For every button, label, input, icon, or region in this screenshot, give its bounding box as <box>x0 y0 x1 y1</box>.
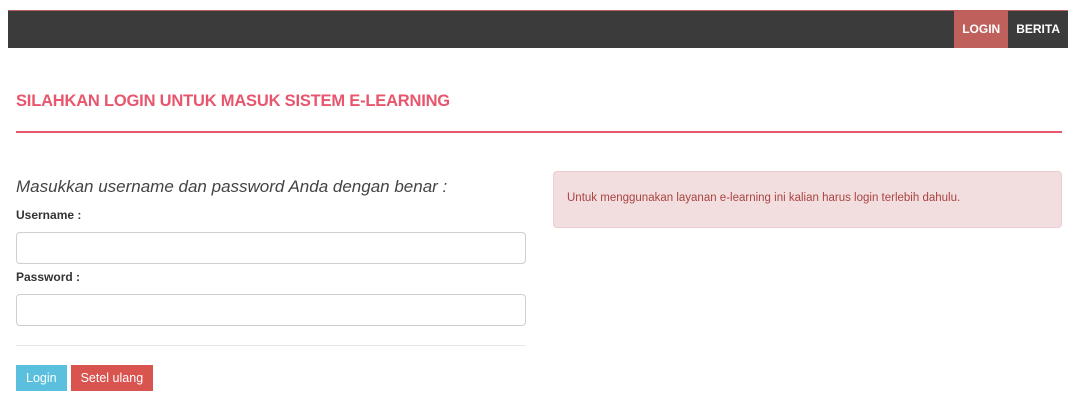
login-button[interactable]: Login <box>16 365 67 391</box>
nav-item-berita[interactable]: BERITA <box>1008 11 1068 48</box>
login-instruction: Masukkan username dan password Anda deng… <box>16 177 448 196</box>
username-input[interactable] <box>16 232 526 264</box>
username-label: Username : <box>16 208 82 222</box>
password-input[interactable] <box>16 294 526 326</box>
alert-message: Untuk menggunakan layanan e-learning ini… <box>567 192 961 204</box>
page-title: SILAHKAN LOGIN UNTUK MASUK SISTEM E-LEAR… <box>16 92 450 110</box>
nav-item-login[interactable]: LOGIN <box>954 11 1009 48</box>
login-alert: Untuk menggunakan layanan e-learning ini… <box>553 171 1062 228</box>
reset-button[interactable]: Setel ulang <box>70 365 154 391</box>
form-divider <box>16 345 526 346</box>
login-form: Masukkan username dan password Anda deng… <box>16 176 526 391</box>
title-divider <box>16 131 1062 133</box>
form-actions: Login Setel ulang <box>16 365 526 391</box>
top-navbar: LOGIN BERITA <box>8 10 1068 48</box>
password-label: Password : <box>16 270 81 284</box>
nav-menu: LOGIN BERITA <box>954 11 1068 48</box>
